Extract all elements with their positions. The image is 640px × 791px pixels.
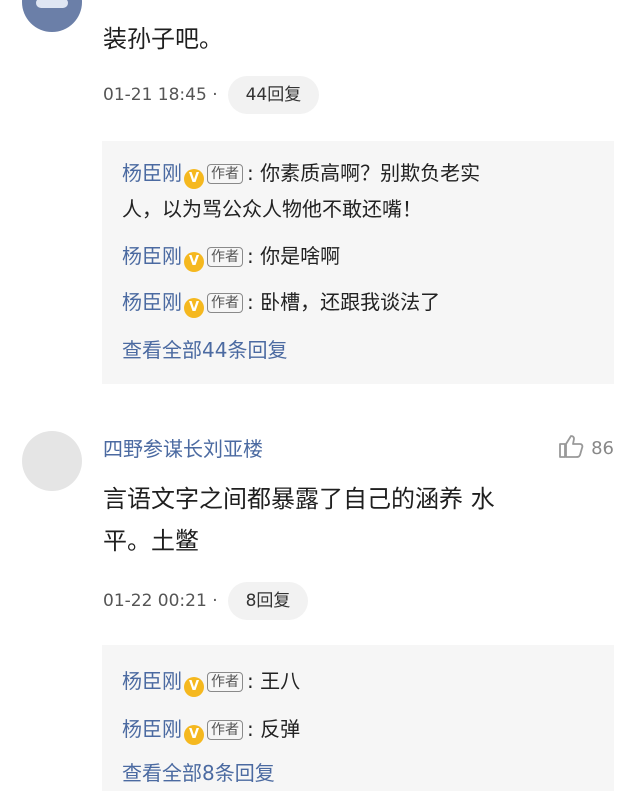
avatar-shape	[36, 0, 68, 8]
author-tag: 作者	[207, 293, 243, 313]
author-tag: 作者	[207, 164, 243, 184]
like-count: 86	[591, 438, 614, 459]
avatar[interactable]	[22, 0, 82, 32]
verified-badge-icon: V	[184, 725, 204, 745]
reply-text-cont: 人，以为骂公众人物他不敢还嘴！	[122, 197, 422, 221]
reply-count-button[interactable]: 8回复	[227, 582, 309, 620]
reply-item[interactable]: 杨臣刚 V 作者: 你是啥啊	[122, 238, 602, 274]
verified-badge-icon: V	[184, 252, 204, 272]
reply-author[interactable]: 杨臣刚	[122, 290, 182, 314]
reply-count-button[interactable]: 44回复	[227, 76, 320, 114]
reply-author[interactable]: 杨臣刚	[122, 161, 182, 185]
view-all-replies-link[interactable]: 查看全部8条回复	[122, 755, 275, 791]
reply-item[interactable]: 杨臣刚 V 作者: 卧槽，还跟我谈法了	[122, 284, 602, 320]
view-all-replies-link[interactable]: 查看全部44条回复	[122, 332, 287, 368]
reply-box: 杨臣刚 V 作者: 你素质高啊？别欺负老实 人，以为骂公众人物他不敢还嘴！ 杨臣刚 V 作…	[102, 141, 614, 384]
thumbs-up-icon	[559, 435, 584, 458]
reply-text: : 卧槽，还跟我谈法了	[247, 290, 441, 314]
comment-text-line: 平。土鳖	[103, 527, 199, 555]
reply-item[interactable]: 杨臣刚 V 作者: 反弹	[122, 711, 602, 747]
author-tag: 作者	[207, 672, 243, 692]
verified-badge-icon: V	[184, 169, 204, 189]
reply-text: : 王八	[247, 669, 301, 693]
comment-text: 装孙子吧。	[103, 25, 223, 53]
avatar[interactable]	[22, 431, 82, 491]
reply-item[interactable]: 杨臣刚 V 作者: 你素质高啊？别欺负老实人，以为骂公众人物他不敢还嘴！	[122, 155, 602, 227]
comment-time: 01-21 18:45 ·	[103, 85, 218, 105]
comment-text-line: 言语文字之间都暴露了自己的涵养 水	[103, 485, 495, 513]
reply-text: : 反弹	[247, 717, 301, 741]
reply-box: 杨臣刚 V 作者: 王八 杨臣刚 V 作者: 反弹 查看全部8条回复	[102, 645, 614, 791]
reply-item[interactable]: 杨臣刚 V 作者: 王八	[122, 663, 602, 699]
comment-meta: 01-22 00:21 · 8回复	[103, 582, 309, 620]
verified-badge-icon: V	[184, 677, 204, 697]
author-tag: 作者	[207, 720, 243, 740]
like-button[interactable]: 86	[557, 431, 614, 467]
author-tag: 作者	[207, 247, 243, 267]
comment-time: 01-22 00:21 ·	[103, 591, 218, 611]
reply-text: : 你素质高啊？别欺负老实	[247, 161, 481, 185]
reply-text: : 你是啥啊	[247, 244, 341, 268]
comment-meta: 01-21 18:45 · 44回复	[103, 76, 320, 114]
reply-author[interactable]: 杨臣刚	[122, 717, 182, 741]
reply-author[interactable]: 杨臣刚	[122, 669, 182, 693]
comment-username[interactable]: 四野参谋长刘亚楼	[103, 431, 263, 467]
comment-text: 言语文字之间都暴露了自己的涵养 水 平。土鳖	[103, 478, 603, 562]
reply-author[interactable]: 杨臣刚	[122, 244, 182, 268]
verified-badge-icon: V	[184, 298, 204, 318]
